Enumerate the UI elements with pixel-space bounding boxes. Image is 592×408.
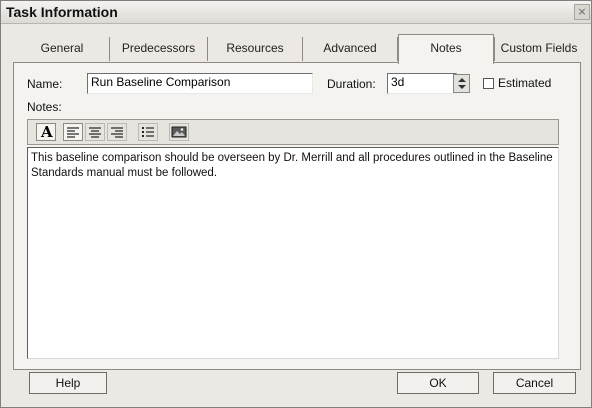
notes-textarea[interactable]: This baseline comparison should be overs… [27, 147, 559, 359]
insert-object-icon[interactable] [169, 123, 189, 141]
align-right-icon[interactable] [107, 123, 127, 141]
tab-notes[interactable]: Notes [398, 34, 494, 64]
dialog-title: Task Information [6, 4, 118, 20]
align-left-icon[interactable] [63, 123, 83, 141]
close-icon[interactable]: × [574, 4, 590, 20]
tab-resources[interactable]: Resources [208, 37, 303, 61]
cancel-button[interactable]: Cancel [493, 372, 576, 394]
font-icon[interactable]: A [36, 123, 56, 141]
name-field[interactable]: Run Baseline Comparison [87, 73, 313, 94]
estimated-checkbox[interactable] [483, 78, 494, 89]
estimated-label: Estimated [498, 76, 552, 90]
notes-toolbar: A [27, 119, 559, 145]
notes-label: Notes: [27, 100, 62, 114]
duration-label: Duration: [327, 77, 376, 91]
bulleted-list-icon[interactable] [138, 123, 158, 141]
tab-advanced[interactable]: Advanced [303, 37, 398, 61]
ok-button[interactable]: OK [397, 372, 479, 394]
task-information-dialog: Task Information × General Predecessors … [0, 0, 592, 408]
name-label: Name: [27, 77, 63, 91]
title-bar: Task Information × [1, 1, 591, 24]
spin-down-icon[interactable] [458, 85, 466, 89]
help-button[interactable]: Help [29, 372, 107, 394]
tab-custom-fields[interactable]: Custom Fields [494, 37, 583, 61]
align-center-icon[interactable] [85, 123, 105, 141]
tab-predecessors[interactable]: Predecessors [110, 37, 208, 61]
duration-field[interactable]: 3d [387, 73, 457, 94]
spin-up-icon[interactable] [458, 78, 466, 82]
tab-general[interactable]: General [15, 37, 110, 61]
font-glyph: A [41, 123, 53, 141]
duration-spinner[interactable] [453, 74, 470, 93]
